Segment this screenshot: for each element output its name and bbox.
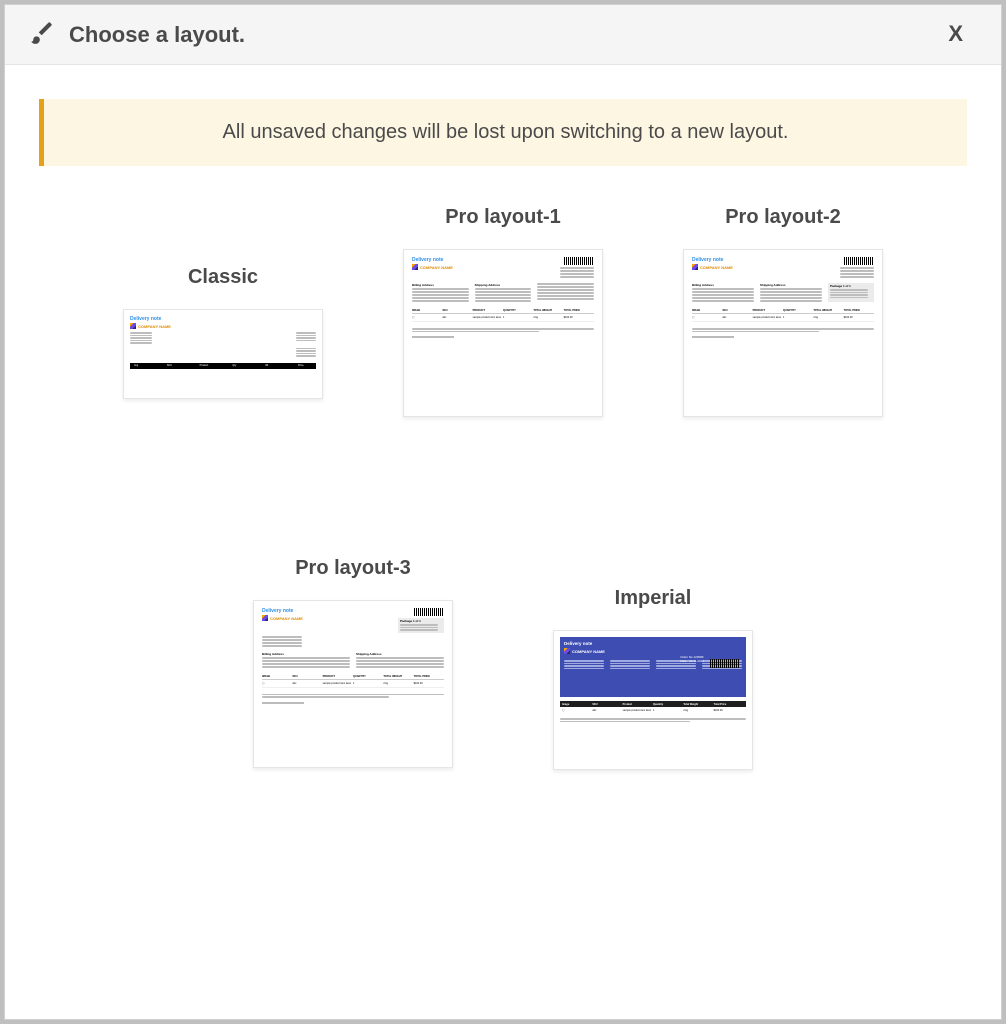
- modal-header: Choose a layout. X: [5, 5, 1001, 65]
- layout-title: Imperial: [615, 587, 692, 610]
- close-button[interactable]: X: [940, 17, 971, 51]
- layout-option-pro-2: Pro layout-2 Delivery note COMPANY NAME: [683, 206, 883, 417]
- layout-picker-modal: Choose a layout. X All unsaved changes w…: [4, 4, 1002, 1020]
- paintbrush-icon: [29, 19, 55, 50]
- thank-you-text: [412, 336, 454, 338]
- warning-text: All unsaved changes will be lost upon sw…: [64, 121, 947, 144]
- modal-title: Choose a layout.: [69, 22, 245, 48]
- layout-title: Classic: [188, 266, 258, 289]
- barcode-icon: [564, 257, 594, 265]
- layout-option-pro-3: Pro layout-3 Delivery note COMPANY NAME …: [253, 557, 453, 770]
- layout-grid: Classic Delivery note COMPANY NAME ImgSK…: [39, 206, 967, 770]
- company-logo-icon: [262, 615, 268, 621]
- layout-thumbnail-pro-1[interactable]: Delivery note COMPANY NAME Billing Addre…: [403, 249, 603, 417]
- layout-thumbnail-imperial[interactable]: Delivery note COMPANY NAME Order No 1230…: [553, 630, 753, 770]
- barcode-icon: [414, 608, 444, 616]
- thank-you-text: [262, 702, 304, 704]
- layout-grid-row-2: Pro layout-3 Delivery note COMPANY NAME …: [79, 557, 927, 770]
- layout-option-imperial: Imperial Delivery note COMPANY NAME Orde…: [553, 587, 753, 770]
- modal-body: All unsaved changes will be lost upon sw…: [5, 65, 1001, 1019]
- package-box: Package 1 of 1: [828, 283, 874, 302]
- layout-title: Pro layout-1: [445, 206, 561, 229]
- barcode-icon: [710, 659, 740, 668]
- layout-title: Pro layout-3: [295, 557, 411, 580]
- company-logo-icon: [130, 323, 136, 329]
- barcode-icon: [844, 257, 874, 265]
- layout-thumbnail-pro-3[interactable]: Delivery note COMPANY NAME Package 1 of …: [253, 600, 453, 768]
- company-logo-icon: [564, 648, 570, 654]
- warning-banner: All unsaved changes will be lost upon sw…: [39, 99, 967, 166]
- package-box: Package 1 of 1: [398, 618, 444, 633]
- layout-thumbnail-pro-2[interactable]: Delivery note COMPANY NAME Billing Addre…: [683, 249, 883, 417]
- layout-option-classic: Classic Delivery note COMPANY NAME ImgSK…: [123, 266, 323, 417]
- company-logo-icon: [412, 264, 418, 270]
- thank-you-text: [692, 336, 734, 338]
- layout-option-pro-1: Pro layout-1 Delivery note COMPANY NAME: [403, 206, 603, 417]
- company-logo-icon: [692, 264, 698, 270]
- layout-thumbnail-classic[interactable]: Delivery note COMPANY NAME ImgSKUProduct…: [123, 309, 323, 399]
- layout-title: Pro layout-2: [725, 206, 841, 229]
